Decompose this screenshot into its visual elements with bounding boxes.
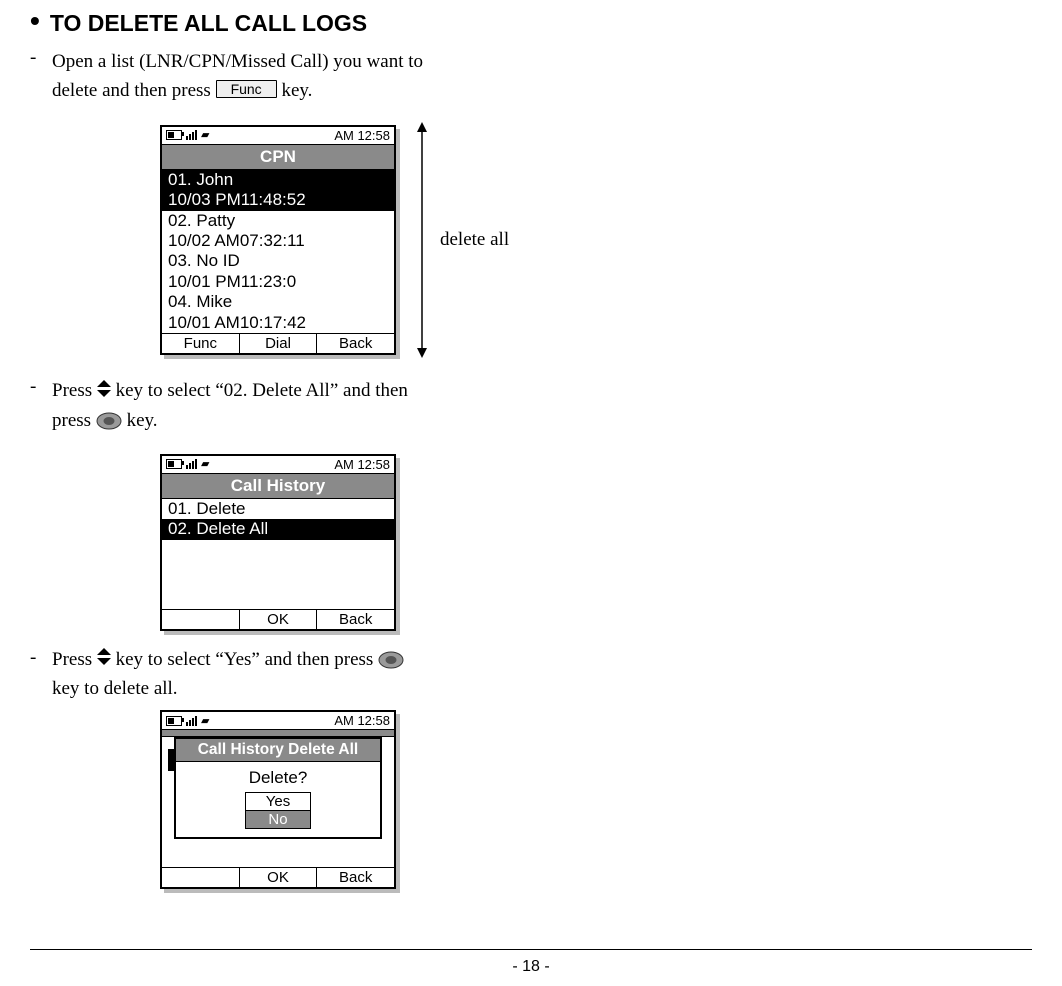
- step2-c: press: [52, 410, 96, 431]
- softkey-back[interactable]: Back: [317, 610, 394, 629]
- list-item[interactable]: 03. No ID 10/01 PM11:23:0: [162, 251, 394, 292]
- ok-key-icon: [96, 410, 122, 439]
- note-icon: ▰: [201, 459, 209, 469]
- screen-title: Call History: [162, 474, 394, 499]
- confirm-dialog: Call History Delete All Delete? Yes No: [174, 737, 382, 839]
- signal-icon: [186, 716, 197, 726]
- entry-name: 02. Patty: [168, 211, 388, 231]
- dash-icon: -: [30, 47, 52, 69]
- entry-time: 10/02 AM07:32:11: [168, 231, 388, 251]
- phone-screen-cpn: ▰ AM 12:58 CPN 01. John 10/03 PM11:48:52…: [160, 125, 396, 355]
- step2-a: Press: [52, 380, 97, 401]
- screen-title: CPN: [162, 145, 394, 170]
- page-number: - 18 -: [30, 958, 1032, 986]
- status-icons: ▰: [166, 716, 209, 726]
- list-item[interactable]: 01. Delete: [162, 499, 394, 519]
- status-time: AM 12:58: [334, 128, 390, 143]
- step2-b: key to select “02. Delete All” and then: [116, 380, 408, 401]
- option-yes[interactable]: Yes: [246, 793, 310, 811]
- step-2-text: Press key to select “02. Delete All” and…: [52, 376, 520, 440]
- dialog-title: Call History Delete All: [176, 739, 380, 762]
- softkey-blank: [162, 868, 240, 887]
- func-key-icon: Func: [216, 80, 277, 98]
- battery-icon: [166, 716, 182, 726]
- up-down-key-icon: [97, 649, 116, 670]
- section-heading: TO DELETE ALL CALL LOGS: [50, 10, 367, 37]
- screen-2-row: ▰ AM 12:58 Call History 01. Delete 02. D…: [160, 454, 1032, 631]
- list-item[interactable]: 01. John 10/03 PM11:48:52: [162, 170, 394, 211]
- dialog-body: Delete? Yes No: [176, 762, 380, 837]
- softkey-ok[interactable]: OK: [240, 610, 318, 629]
- softkey-blank: [162, 610, 240, 629]
- up-down-key-icon: [97, 377, 111, 406]
- softkey-row: OK Back: [162, 867, 394, 887]
- menu-item-label: 01. Delete: [168, 499, 246, 518]
- entry-time: 10/01 PM11:23:0: [168, 272, 388, 292]
- menu-item-label: 02. Delete All: [168, 519, 268, 538]
- double-arrow-icon: [412, 120, 432, 360]
- dash-icon: -: [30, 647, 52, 669]
- status-bar: ▰ AM 12:58: [162, 712, 394, 730]
- battery-icon: [166, 459, 182, 469]
- screen-3-row: ▰ AM 12:58 Call History Delete All Delet…: [160, 710, 1032, 889]
- softkey-dial[interactable]: Dial: [240, 334, 318, 353]
- side-label: delete all: [440, 229, 509, 251]
- status-time: AM 12:58: [334, 457, 390, 472]
- entry-name: 04. Mike: [168, 292, 388, 312]
- step1-line1: Open a list (LNR/CPN/Missed Call) you wa…: [52, 51, 423, 72]
- status-icons: ▰: [166, 130, 209, 140]
- softkey-row: Func Dial Back: [162, 333, 394, 353]
- status-icons: ▰: [166, 459, 209, 469]
- step-3-text: Press key to select “Yes” and then press…: [52, 647, 520, 702]
- bullet-dot-icon: •: [30, 10, 40, 32]
- battery-icon: [166, 130, 182, 140]
- softkey-ok[interactable]: OK: [240, 868, 318, 887]
- note-icon: ▰: [201, 716, 209, 726]
- list-item[interactable]: 02. Delete All: [162, 519, 394, 539]
- softkey-row: OK Back: [162, 609, 394, 629]
- list-item[interactable]: 04. Mike 10/01 AM10:17:42: [162, 292, 394, 333]
- softkey-back[interactable]: Back: [317, 868, 394, 887]
- page-rule: [30, 949, 1032, 950]
- signal-icon: [186, 130, 197, 140]
- screen-1-row: ▰ AM 12:58 CPN 01. John 10/03 PM11:48:52…: [160, 120, 1032, 360]
- dash-icon: -: [30, 376, 52, 398]
- step3-c: key to delete all.: [52, 678, 178, 699]
- step-1: - Open a list (LNR/CPN/Missed Call) you …: [30, 47, 1032, 106]
- phone-screen-call-history: ▰ AM 12:58 Call History 01. Delete 02. D…: [160, 454, 396, 631]
- step3-b: key to select “Yes” and then press: [116, 649, 378, 670]
- yes-no-group: Yes No: [245, 792, 311, 829]
- softkey-func[interactable]: Func: [162, 334, 240, 353]
- entry-time: 10/01 AM10:17:42: [168, 313, 388, 333]
- phone-screen-delete-dialog: ▰ AM 12:58 Call History Delete All Delet…: [160, 710, 396, 889]
- status-time: AM 12:58: [334, 713, 390, 728]
- step1-line2b: key.: [281, 80, 312, 101]
- status-bar: ▰ AM 12:58: [162, 127, 394, 145]
- list-item[interactable]: 02. Patty 10/02 AM07:32:11: [162, 211, 394, 252]
- menu-list: 01. Delete 02. Delete All: [162, 499, 394, 609]
- ok-key-icon: [378, 651, 404, 677]
- step2-d: key.: [127, 410, 158, 431]
- call-list: 01. John 10/03 PM11:48:52 02. Patty 10/0…: [162, 170, 394, 333]
- step-1-text: Open a list (LNR/CPN/Missed Call) you wa…: [52, 47, 520, 106]
- dialog-prompt: Delete?: [176, 768, 380, 788]
- status-bar: ▰ AM 12:58: [162, 456, 394, 474]
- entry-name: 03. No ID: [168, 251, 388, 271]
- dialog-area: Call History Delete All Delete? Yes No: [162, 737, 394, 867]
- option-no[interactable]: No: [246, 811, 310, 828]
- step-3: - Press key to select “Yes” and then pre…: [30, 647, 1032, 702]
- title-band-underlay: [162, 730, 394, 737]
- entry-name: 01. John: [168, 170, 388, 190]
- side-annotation: delete all: [412, 120, 509, 360]
- softkey-back[interactable]: Back: [317, 334, 394, 353]
- entry-time: 10/03 PM11:48:52: [168, 190, 388, 210]
- note-icon: ▰: [201, 130, 209, 140]
- step3-a: Press: [52, 649, 97, 670]
- section-heading-row: • TO DELETE ALL CALL LOGS: [30, 10, 1032, 47]
- step-2: - Press key to select “02. Delete All” a…: [30, 376, 1032, 440]
- signal-icon: [186, 459, 197, 469]
- step1-line2a: delete and then press: [52, 80, 211, 101]
